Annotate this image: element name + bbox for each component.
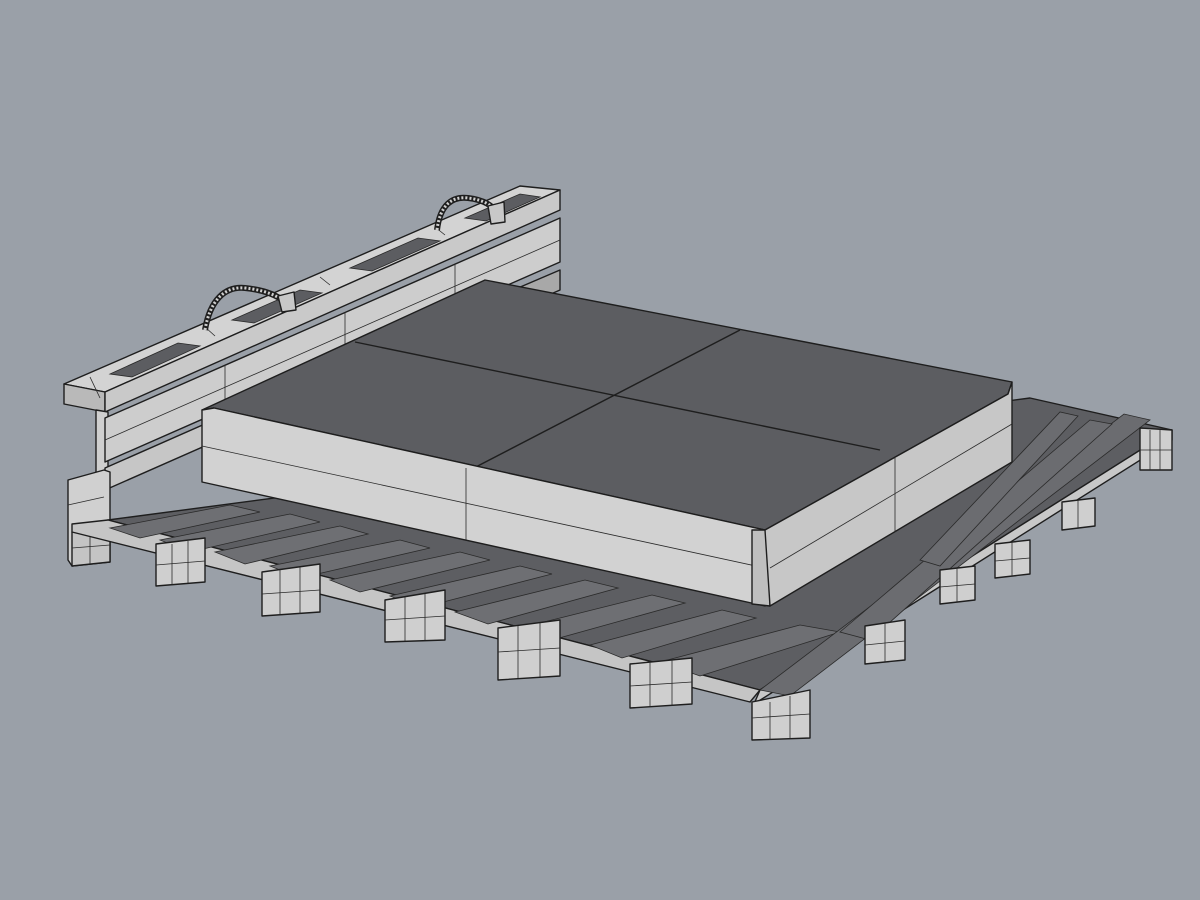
pallet-foot-block — [864, 619, 906, 665]
pallet-foot-block — [384, 589, 446, 643]
bed-model-render — [63, 185, 1173, 741]
pallet-foot-block — [1061, 497, 1096, 531]
pallet-foot-block — [994, 539, 1031, 579]
pallet-foot-block — [155, 537, 206, 587]
3d-viewport[interactable] — [0, 0, 1200, 900]
pallet-foot-block — [939, 565, 976, 605]
pallet-foot-block — [261, 563, 321, 617]
pallet-foot-block — [629, 657, 693, 709]
pallet-foot-block — [497, 619, 561, 681]
